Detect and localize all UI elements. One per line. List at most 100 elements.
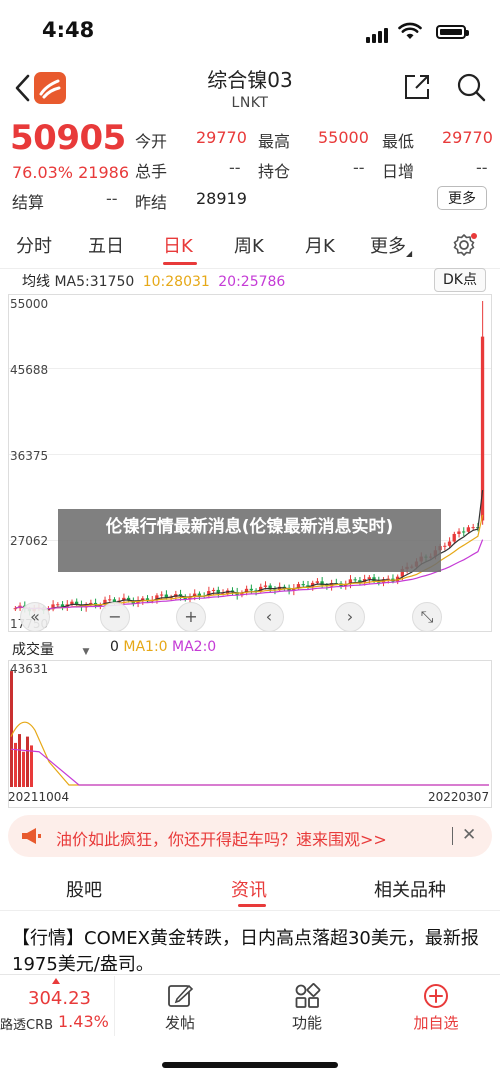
candle-body bbox=[443, 545, 447, 547]
tab-daily-k[interactable]: 日K bbox=[163, 232, 193, 258]
volume-bar bbox=[10, 671, 13, 787]
volume-ma1-line bbox=[10, 721, 489, 786]
candle-body bbox=[466, 527, 471, 532]
ma-legend: 均线 MA5:31750 10:28031 20:25786 bbox=[22, 271, 285, 291]
candle-body bbox=[367, 577, 371, 580]
ticker-percent[interactable]: 1.43% bbox=[58, 1012, 109, 1031]
candle-body bbox=[159, 594, 164, 596]
candle-body bbox=[56, 604, 60, 606]
chart-back-icon[interactable]: ‹ bbox=[254, 602, 284, 632]
candle-body bbox=[211, 589, 216, 592]
open-interest-label: 持仓 bbox=[258, 162, 291, 181]
open-value: 29770 bbox=[196, 128, 247, 147]
megaphone-icon bbox=[22, 828, 41, 844]
dk-point-button[interactable]: DK点 bbox=[434, 268, 486, 292]
status-time: 4:48 bbox=[42, 18, 95, 42]
candle-body bbox=[457, 531, 461, 534]
change-value: 21986 bbox=[78, 163, 130, 182]
date-start-label: 20211004 bbox=[8, 790, 70, 804]
candle-body bbox=[197, 593, 201, 596]
high-value: 55000 bbox=[318, 128, 369, 147]
ma20-value: 20:25786 bbox=[218, 274, 286, 290]
candle-body bbox=[452, 533, 456, 542]
low-value: 29770 bbox=[442, 128, 493, 147]
divider bbox=[0, 268, 500, 269]
settlement-value: -- bbox=[106, 189, 118, 208]
active-tab-indicator bbox=[163, 262, 197, 265]
divider bbox=[114, 976, 115, 1036]
ma5-value: MA5:31750 bbox=[54, 274, 135, 290]
volume-bar bbox=[18, 734, 21, 787]
close-icon[interactable]: ✕ bbox=[462, 825, 476, 845]
chevron-down-icon: ▼ bbox=[82, 647, 90, 657]
date-end-label: 20220307 bbox=[428, 790, 490, 804]
ma10-value: 10:28031 bbox=[142, 274, 210, 290]
volume-bar bbox=[26, 736, 29, 787]
tab-intraday[interactable]: 分时 bbox=[16, 232, 52, 258]
candle-body bbox=[301, 584, 305, 586]
search-icon[interactable] bbox=[456, 72, 486, 102]
dropdown-triangle-icon: ◢ bbox=[406, 249, 413, 258]
chart-left-icon[interactable]: « bbox=[20, 602, 50, 632]
open-interest-value: -- bbox=[353, 158, 365, 177]
candle-body bbox=[263, 585, 268, 587]
volume-ma1: MA1:0 bbox=[123, 639, 168, 655]
more-quote-button[interactable]: 更多 bbox=[437, 186, 487, 210]
cellular-signal-icon bbox=[366, 24, 390, 43]
chart-fullscreen-icon[interactable]: ⤡ bbox=[412, 602, 442, 632]
volume-ma2-line bbox=[10, 748, 489, 786]
low-label: 最低 bbox=[382, 132, 415, 151]
up-arrow-icon bbox=[52, 978, 60, 984]
tab-five-day[interactable]: 五日 bbox=[88, 232, 124, 258]
functions-grid-icon[interactable] bbox=[293, 982, 321, 1010]
candle-body bbox=[353, 579, 357, 581]
settlement-label: 结算 bbox=[12, 193, 45, 212]
volume-bars bbox=[10, 671, 489, 787]
share-icon[interactable] bbox=[402, 72, 432, 102]
ma-label: 均线 bbox=[22, 274, 50, 290]
volume-indicator-select[interactable]: 成交量 ▼ bbox=[12, 639, 89, 659]
tab-related[interactable]: 相关品种 bbox=[374, 876, 446, 902]
candlestick-plot bbox=[13, 301, 485, 616]
divider bbox=[452, 827, 453, 845]
volume-value: -- bbox=[229, 158, 241, 177]
ticker-price[interactable]: 304.23 bbox=[28, 988, 91, 1009]
chart-zoom-in-icon[interactable]: + bbox=[176, 602, 206, 632]
overlay-caption: 伦镍行情最新消息(伦镍最新消息实时) bbox=[58, 509, 441, 572]
candle-body bbox=[447, 541, 452, 546]
battery-icon bbox=[436, 25, 469, 39]
chart-zoom-out-icon[interactable]: − bbox=[100, 602, 130, 632]
last-price: 50905 bbox=[10, 118, 126, 158]
open-label: 今开 bbox=[135, 132, 168, 151]
post-label[interactable]: 发帖 bbox=[140, 1012, 220, 1033]
daily-increase-value: -- bbox=[476, 158, 488, 177]
tab-news[interactable]: 资讯 bbox=[231, 876, 267, 902]
add-watchlist-icon[interactable] bbox=[422, 982, 450, 1010]
candle-body bbox=[462, 531, 466, 533]
ad-text[interactable]: 油价如此疯狂，你还开得起车吗？速来围观>> bbox=[56, 826, 387, 850]
change-info: 76.03% 21986 bbox=[12, 163, 129, 182]
volume-bar bbox=[22, 751, 25, 787]
ticker-name[interactable]: 路透CRB bbox=[0, 1014, 53, 1033]
settings-gear-icon[interactable] bbox=[452, 232, 478, 258]
tab-forum[interactable]: 股吧 bbox=[66, 876, 102, 902]
wifi-icon bbox=[398, 22, 422, 39]
volume-label: 总手 bbox=[135, 162, 168, 181]
candle-body bbox=[471, 527, 475, 529]
tab-monthly-k[interactable]: 月K bbox=[305, 232, 335, 258]
tab-weekly-k[interactable]: 周K bbox=[234, 232, 264, 258]
news-item[interactable]: 【行情】COMEX黄金转跌，日内高点落超30美元，最新报1975美元/盎司。 bbox=[12, 926, 490, 978]
active-news-tab-indicator bbox=[238, 904, 266, 907]
prev-settlement-value: 28919 bbox=[196, 189, 247, 208]
functions-label[interactable]: 功能 bbox=[267, 1012, 347, 1033]
home-indicator bbox=[162, 1062, 338, 1068]
divider bbox=[0, 910, 500, 911]
tab-more-periods[interactable]: 更多◢ bbox=[370, 232, 412, 258]
candle-body bbox=[315, 581, 319, 583]
chart-forward-icon[interactable]: › bbox=[335, 602, 365, 632]
add-watchlist-label[interactable]: 加自选 bbox=[396, 1012, 476, 1033]
edit-post-icon[interactable] bbox=[166, 982, 194, 1010]
candle-body bbox=[108, 599, 112, 601]
volume-select-label: 成交量 bbox=[12, 642, 54, 658]
volume-ma2: MA2:0 bbox=[172, 639, 217, 655]
